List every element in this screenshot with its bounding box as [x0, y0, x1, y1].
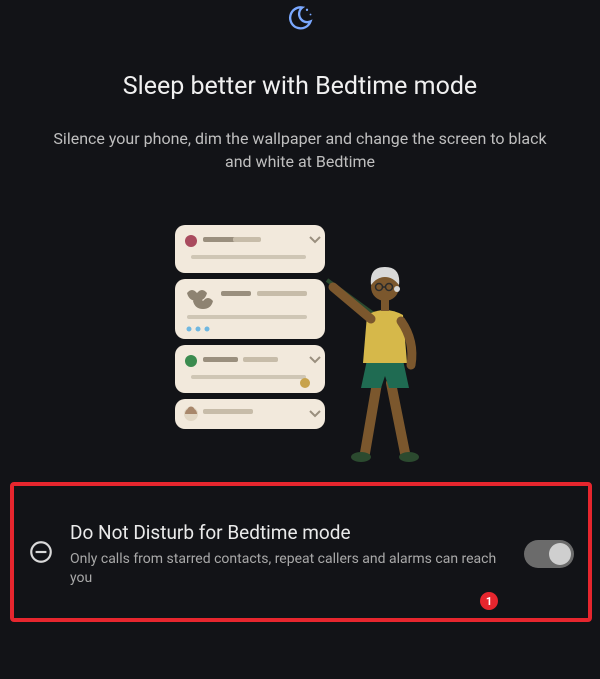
annotation-badge: 1 [480, 592, 498, 610]
dnd-bedtime-toggle[interactable] [524, 540, 574, 568]
page-title: Sleep better with Bedtime mode [0, 72, 600, 101]
page-subtitle: Silence your phone, dim the wallpaper an… [0, 127, 600, 173]
bedtime-illustration [0, 215, 600, 465]
dnd-bedtime-setting-row[interactable]: Do Not Disturb for Bedtime mode Only cal… [24, 521, 574, 588]
toggle-thumb [549, 543, 571, 565]
header-icon-container [0, 0, 600, 36]
moon-stars-icon [286, 4, 314, 36]
setting-text-block: Do Not Disturb for Bedtime mode Only cal… [70, 521, 524, 588]
do-not-disturb-icon [28, 539, 54, 569]
setting-description: Only calls from starred contacts, repeat… [70, 550, 512, 588]
setting-title: Do Not Disturb for Bedtime mode [70, 521, 512, 544]
highlight-annotation: Do Not Disturb for Bedtime mode Only cal… [10, 482, 592, 622]
